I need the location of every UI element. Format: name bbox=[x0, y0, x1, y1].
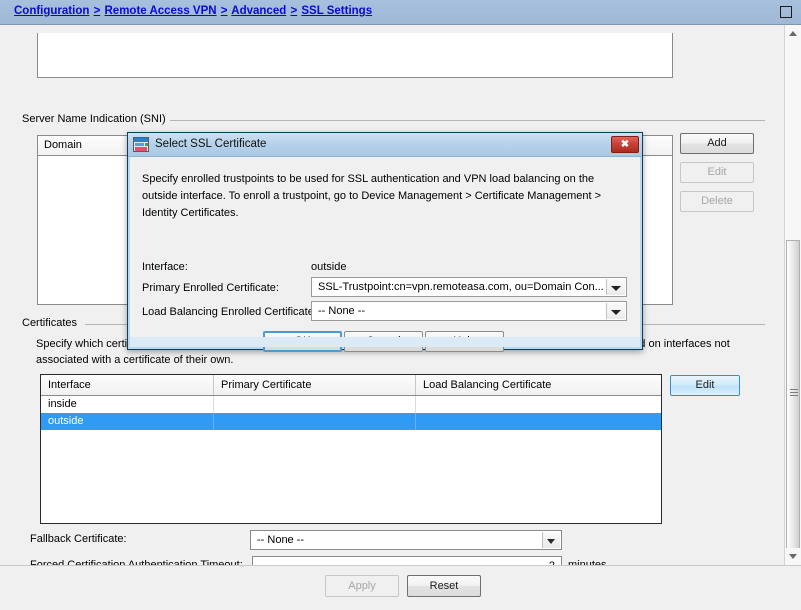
breadcrumb-separator: > bbox=[93, 5, 101, 17]
cell-load-balancing-certificate bbox=[416, 396, 661, 413]
breadcrumb: Configuration > Remote Access VPN > Adva… bbox=[14, 5, 372, 17]
dialog-title-bar[interactable]: Select SSL Certificate ✖ bbox=[128, 133, 642, 157]
fallback-certificate-value: -- None -- bbox=[257, 534, 305, 546]
dialog-interface-value: outside bbox=[311, 261, 347, 273]
vertical-scrollbar[interactable] bbox=[784, 25, 801, 565]
select-ssl-certificate-dialog: Select SSL Certificate ✖ Specify enrolle… bbox=[127, 132, 643, 352]
reset-button[interactable]: Reset bbox=[407, 575, 481, 597]
sni-add-button[interactable]: Add bbox=[680, 133, 754, 154]
sni-group-legend: Server Name Indication (SNI) bbox=[22, 113, 170, 125]
sni-edit-button: Edit bbox=[680, 162, 754, 183]
dialog-load-balancing-certificate-label: Load Balancing Enrolled Certificate: bbox=[142, 306, 317, 318]
triangle-up-icon[interactable] bbox=[785, 25, 801, 42]
certificates-group-legend: Certificates bbox=[22, 317, 78, 329]
dialog-primary-enrolled-certificate-select[interactable]: SSL-Trustpoint:cn=vpn.remoteasa.com, ou=… bbox=[311, 277, 627, 297]
cell-load-balancing-certificate bbox=[416, 413, 661, 430]
breadcrumb-item-configuration[interactable]: Configuration bbox=[14, 5, 89, 17]
breadcrumb-item-advanced[interactable]: Advanced bbox=[231, 5, 286, 17]
fallback-certificate-label: Fallback Certificate: bbox=[30, 533, 127, 545]
dialog-load-balancing-certificate-select[interactable]: -- None -- bbox=[311, 301, 627, 321]
restore-window-icon[interactable] bbox=[780, 6, 792, 18]
grip-lines-icon bbox=[790, 389, 798, 396]
breadcrumb-item-ssl-settings[interactable]: SSL Settings bbox=[301, 5, 372, 17]
fallback-certificate-select[interactable]: -- None -- bbox=[250, 530, 562, 550]
dialog-load-balancing-certificate-value: -- None -- bbox=[318, 305, 366, 317]
certificates-column-load-balancing-certificate[interactable]: Load Balancing Certificate bbox=[416, 375, 661, 395]
forced-certification-timeout-input[interactable]: 2 bbox=[252, 556, 562, 565]
breadcrumb-bar: Configuration > Remote Access VPN > Adva… bbox=[0, 0, 801, 25]
table-row[interactable]: inside bbox=[41, 396, 661, 413]
triangle-down-icon[interactable] bbox=[785, 548, 801, 565]
dialog-primary-enrolled-certificate-value: SSL-Trustpoint:cn=vpn.remoteasa.com, ou=… bbox=[318, 281, 603, 293]
upper-list-box[interactable] bbox=[37, 33, 673, 78]
scrollbar-thumb[interactable] bbox=[786, 240, 800, 550]
sni-group-divider bbox=[150, 120, 765, 121]
sni-delete-button: Delete bbox=[680, 191, 754, 212]
breadcrumb-separator: > bbox=[290, 5, 298, 17]
dialog-primary-enrolled-certificate-label: Primary Enrolled Certificate: bbox=[142, 282, 279, 294]
cell-interface: outside bbox=[41, 413, 214, 430]
chevron-down-icon[interactable] bbox=[542, 532, 560, 548]
action-bar: Apply Reset bbox=[0, 565, 801, 610]
dialog-description: Specify enrolled trustpoints to be used … bbox=[142, 173, 601, 219]
certificate-window-icon bbox=[133, 137, 149, 152]
chevron-down-icon[interactable] bbox=[606, 303, 625, 319]
cell-interface: inside bbox=[41, 396, 214, 413]
dialog-title: Select SSL Certificate bbox=[155, 138, 267, 150]
chevron-down-icon[interactable] bbox=[606, 279, 625, 295]
asdm-ssl-settings-screen: Configuration > Remote Access VPN > Adva… bbox=[0, 0, 801, 610]
close-icon[interactable]: ✖ bbox=[611, 136, 639, 153]
dialog-interface-label: Interface: bbox=[142, 261, 188, 273]
apply-button: Apply bbox=[325, 575, 399, 597]
certificates-table[interactable]: Interface Primary Certificate Load Balan… bbox=[40, 374, 662, 524]
cell-primary-certificate bbox=[214, 396, 416, 413]
certificates-edit-button[interactable]: Edit bbox=[670, 375, 740, 396]
dialog-footer bbox=[130, 337, 640, 347]
certificates-table-header: Interface Primary Certificate Load Balan… bbox=[41, 375, 661, 396]
cell-primary-certificate bbox=[214, 413, 416, 430]
certificates-column-primary-certificate[interactable]: Primary Certificate bbox=[214, 375, 416, 395]
certificates-column-interface[interactable]: Interface bbox=[41, 375, 214, 395]
dialog-body: Specify enrolled trustpoints to be used … bbox=[130, 157, 640, 352]
table-row[interactable]: outside bbox=[41, 413, 661, 430]
breadcrumb-separator: > bbox=[220, 5, 228, 17]
breadcrumb-item-remote-access-vpn[interactable]: Remote Access VPN bbox=[105, 5, 217, 17]
